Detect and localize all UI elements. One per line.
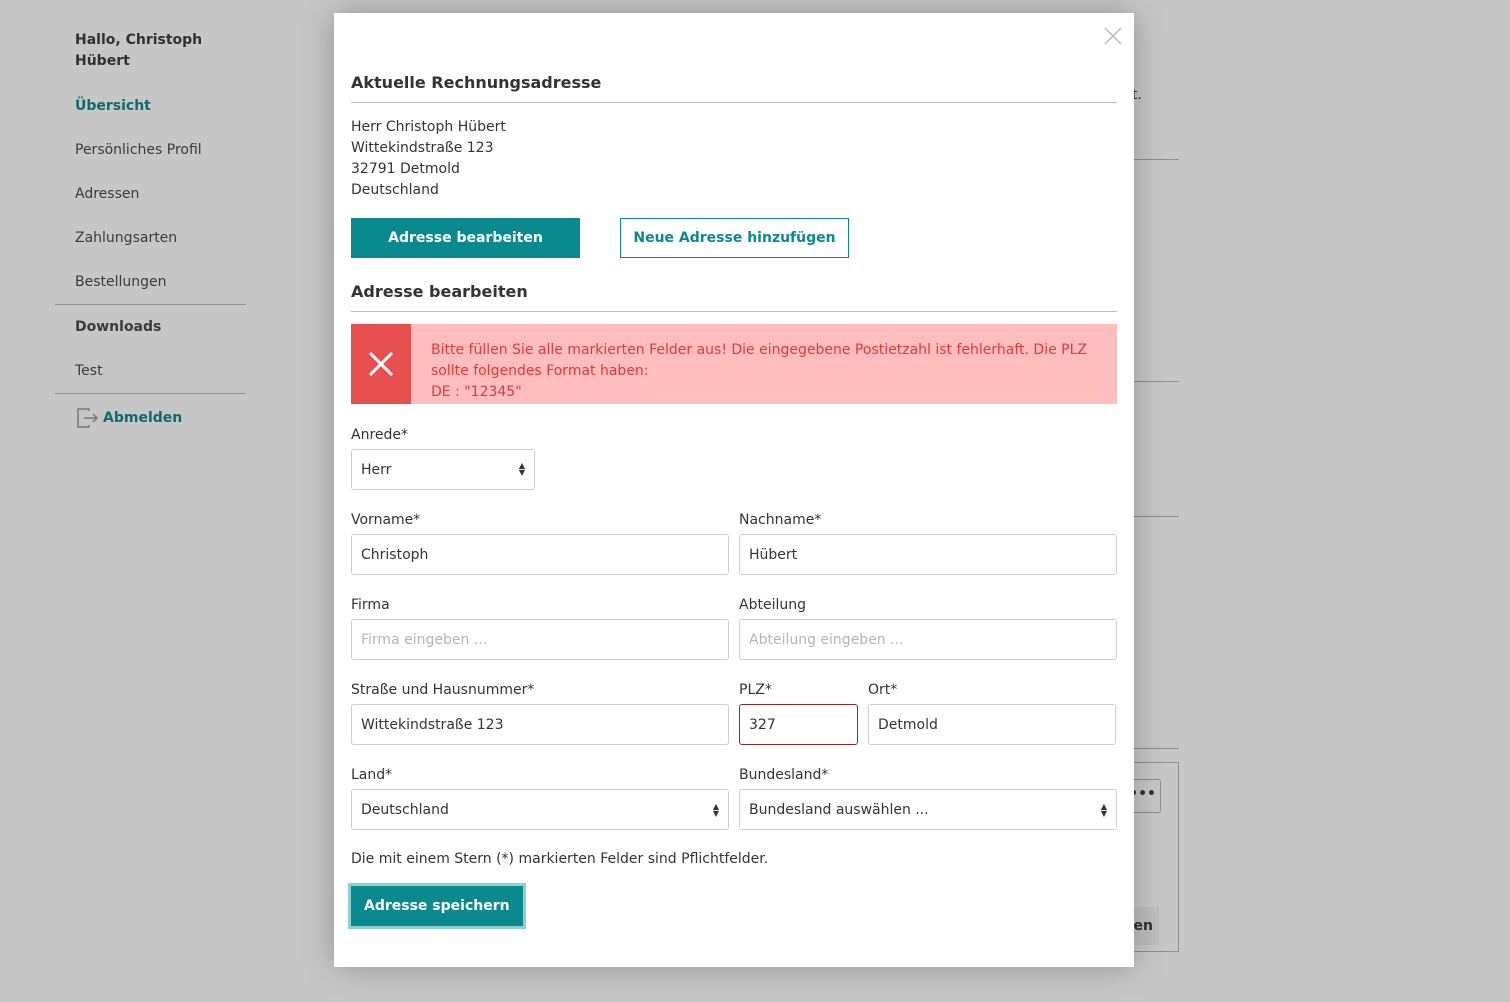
error-text: DE : "12345" [431,384,522,400]
state-label: Bundesland* [739,767,829,783]
logout-label: Abmelden [103,410,183,426]
error-text: sollte folgendes Format haben: [431,363,649,379]
sidebar-item-profile[interactable]: Persönliches Profil [55,128,246,172]
current-address: Herr Christoph Hübert Wittekindstraße 12… [351,117,1117,201]
salutation-value: Herr [361,461,392,478]
add-address-button[interactable]: Neue Adresse hinzufügen [620,218,849,258]
company-input[interactable]: Firma eingeben ... [351,619,729,660]
firstname-input[interactable]: Christoph [351,534,729,575]
city-input[interactable]: Detmold [868,704,1116,745]
save-address-button[interactable]: Adresse speichern [351,886,523,926]
city-label: Ort* [868,682,898,698]
state-select[interactable]: Bundesland auswählen ... ▲ ▼ [739,789,1117,830]
required-note: Die mit einem Stern (*) markierten Felde… [351,851,769,867]
edit-address-button[interactable]: Adresse bearbeiten [351,218,580,258]
address-modal: Aktuelle Rechnungsadresse Herr Christoph… [334,13,1134,967]
close-icon[interactable] [1104,27,1122,45]
error-x-icon [368,351,394,377]
sidebar-item-addresses[interactable]: Adressen [55,172,246,216]
sidebar-item-downloads[interactable]: Downloads [55,305,246,349]
sidebar-item-payment[interactable]: Zahlungsarten [55,216,246,260]
salutation-label: Anrede* [351,427,409,443]
divider [1134,381,1179,382]
country-label: Land* [351,767,393,783]
select-arrows-icon: ▲ ▼ [1100,801,1107,818]
address-line: 32791 Detmold [351,161,460,177]
edit-address-title: Adresse bearbeiten [351,282,1117,312]
divider [1134,159,1179,160]
logout-link[interactable]: Abmelden [55,406,246,430]
divider [1134,516,1179,517]
divider [1134,748,1179,749]
street-input[interactable]: Wittekindstraße 123 [351,704,729,745]
department-label: Abteilung [739,597,806,613]
salutation-select[interactable]: Herr ▲ ▼ [351,449,535,490]
street-label: Straße und Hausnummer* [351,682,535,698]
company-label: Firma [351,597,390,613]
logout-icon [77,408,99,428]
sidebar-item-overview[interactable]: Übersicht [55,84,246,128]
greeting: Hallo, Christoph Hübert [75,32,203,69]
country-select[interactable]: Deutschland ▲ ▼ [351,789,729,830]
country-value: Deutschland [361,801,449,818]
select-arrows-icon: ▲ ▼ [518,460,525,477]
sidebar-item-test[interactable]: Test [55,349,246,393]
error-alert: Bitte füllen Sie alle markierten Felder … [351,324,1117,404]
lastname-input[interactable]: Hübert [739,534,1117,575]
select-arrows-icon: ▲ ▼ [712,801,719,818]
address-line: Deutschland [351,182,439,198]
current-address-title: Aktuelle Rechnungsadresse [351,73,1117,103]
address-line: Wittekindstraße 123 [351,140,494,156]
account-sidebar: Hallo, Christoph Hübert Übersicht Persön… [55,30,246,430]
address-line: Herr Christoph Hübert [351,119,506,135]
firstname-label: Vorname* [351,512,421,528]
sidebar-item-orders[interactable]: Bestellungen [55,260,246,304]
divider [55,393,246,394]
zip-label: PLZ* [739,682,772,698]
department-input[interactable]: Abteilung eingeben ... [739,619,1117,660]
zip-input[interactable]: 327 [739,704,858,745]
error-text: Bitte füllen Sie alle markierten Felder … [431,342,1087,358]
lastname-label: Nachname* [739,512,822,528]
state-value: Bundesland auswählen ... [749,801,929,818]
